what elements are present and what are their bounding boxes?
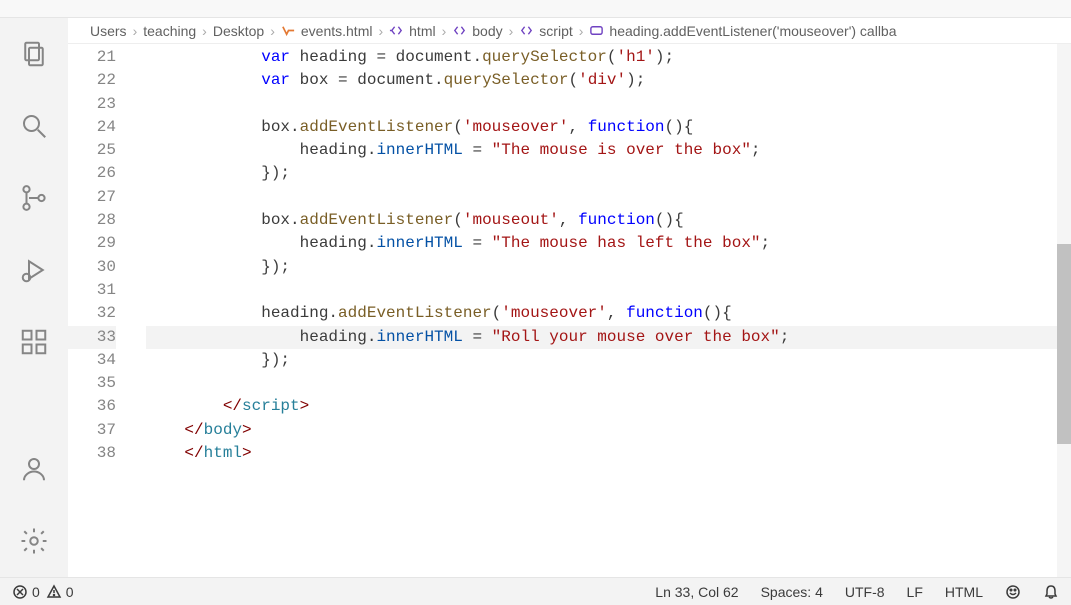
- activity-bar: [0, 18, 68, 577]
- status-bar: 0 0 Ln 33, Col 62 Spaces: 4 UTF-8 LF HTM…: [0, 577, 1071, 605]
- status-cursor[interactable]: Ln 33, Col 62: [655, 584, 738, 600]
- extensions-icon[interactable]: [10, 318, 58, 366]
- status-feedback-icon[interactable]: [1005, 584, 1021, 600]
- breadcrumb[interactable]: Users› teaching› Desktop› events.html› h…: [68, 18, 1071, 44]
- status-language[interactable]: HTML: [945, 584, 983, 600]
- explorer-icon[interactable]: [10, 30, 58, 78]
- status-eol[interactable]: LF: [907, 584, 923, 600]
- breadcrumb-callback[interactable]: heading.addEventListener('mouseover') ca…: [589, 23, 896, 39]
- debug-icon[interactable]: [10, 246, 58, 294]
- breadcrumb-body[interactable]: body: [452, 23, 502, 39]
- breadcrumb-teaching[interactable]: teaching: [143, 23, 196, 39]
- status-bell-icon[interactable]: [1043, 584, 1059, 600]
- breadcrumb-html[interactable]: html: [389, 23, 435, 39]
- status-warnings[interactable]: 0: [46, 584, 74, 600]
- breadcrumb-file[interactable]: events.html: [281, 23, 373, 39]
- code-content[interactable]: var heading = document.querySelector('h1…: [146, 44, 1057, 577]
- breadcrumb-desktop[interactable]: Desktop: [213, 23, 264, 39]
- breadcrumb-users[interactable]: Users: [90, 23, 127, 39]
- source-control-icon[interactable]: [10, 174, 58, 222]
- scrollbar-thumb[interactable]: [1057, 244, 1071, 444]
- breadcrumb-script[interactable]: script: [519, 23, 572, 39]
- scrollbar[interactable]: [1057, 44, 1071, 577]
- search-icon[interactable]: [10, 102, 58, 150]
- status-spaces[interactable]: Spaces: 4: [761, 584, 823, 600]
- status-encoding[interactable]: UTF-8: [845, 584, 885, 600]
- code-editor[interactable]: 212223242526272829303132333435363738 var…: [68, 44, 1071, 577]
- line-number-gutter: 212223242526272829303132333435363738: [68, 44, 146, 577]
- settings-gear-icon[interactable]: [10, 517, 58, 565]
- account-icon[interactable]: [10, 445, 58, 493]
- status-errors[interactable]: 0: [12, 584, 40, 600]
- tab-bar-area: [0, 0, 1071, 18]
